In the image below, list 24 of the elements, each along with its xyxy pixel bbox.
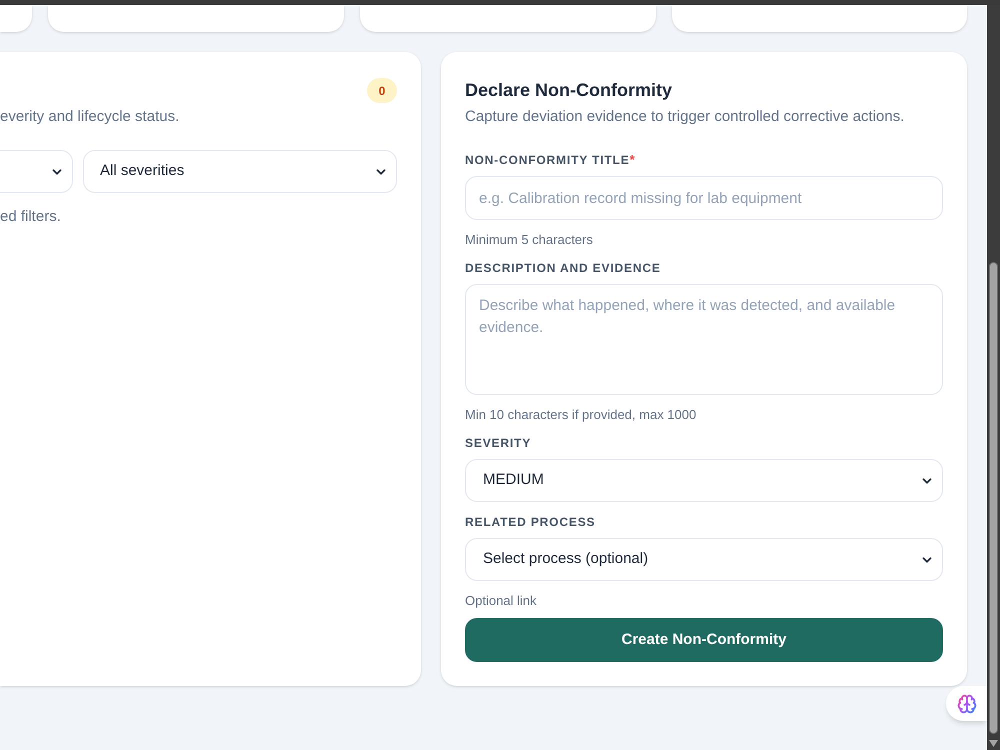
empty-message: ed filters. xyxy=(0,207,62,227)
field-label: SEVERITY xyxy=(465,435,532,451)
form-subtitle: Capture deviation evidence to trigger controlled corrective actions. xyxy=(465,107,906,127)
brain-icon xyxy=(956,694,976,714)
field-hint: Optional link xyxy=(465,593,538,609)
required-asterisk: * xyxy=(630,152,635,168)
description-textarea[interactable]: Describe what happened, where it was detected, and available evidence. xyxy=(465,284,943,395)
panel-description: everity and lifecycle status. xyxy=(0,107,180,127)
field-label: RELATED PROCESS xyxy=(465,514,596,530)
field-hint: Minimum 5 characters xyxy=(465,232,594,248)
create-button[interactable]: Create Non-Conformity xyxy=(465,618,943,662)
scroll-down-arrow-icon[interactable] xyxy=(989,740,998,747)
scrollbar-thumb[interactable] xyxy=(989,262,998,734)
summary-card xyxy=(0,5,32,32)
assistant-button[interactable] xyxy=(946,686,987,721)
dropdown-select[interactable]: Select process (optional) xyxy=(465,538,943,581)
field-label: DESCRIPTION AND EVIDENCE xyxy=(465,260,661,276)
field-hint: Min 10 characters if provided, max 1000 xyxy=(465,407,698,423)
dropdown-select[interactable]: MEDIUM xyxy=(465,459,943,502)
title-input-field[interactable]: e.g. Calibration record missing for lab equipment xyxy=(465,176,943,220)
severity-filter-select[interactable]: All severities xyxy=(83,150,397,193)
field-label: NON-CONFORMITY TITLE xyxy=(465,152,630,168)
form-title: Declare Non-Conformity xyxy=(465,79,674,102)
count-badge: 0 xyxy=(367,78,397,103)
